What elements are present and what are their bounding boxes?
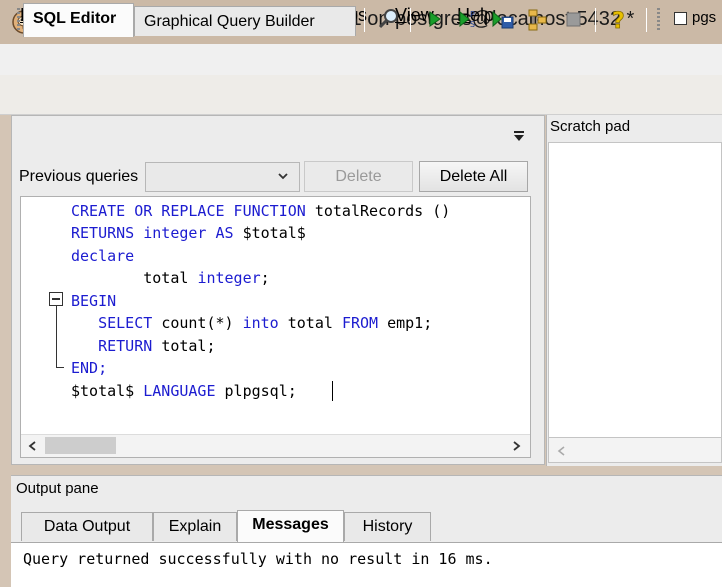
output-pane-title: Output pane [16,480,99,497]
cancel-icon[interactable] [560,5,586,33]
output-message: Query returned successfully with no resu… [23,550,493,568]
code-text: total; [161,337,216,355]
code-keyword: RETURN [98,337,162,355]
fold-line [56,306,57,368]
scrollbar-thumb[interactable] [45,437,116,454]
code-line: total integer; [71,267,270,289]
delete-button[interactable]: Delete [304,161,413,192]
tab-messages[interactable]: Messages [237,510,344,543]
code-keyword: LANGUAGE [143,382,225,400]
chevron-left-icon[interactable] [556,445,568,457]
code-text: totalRecords () [314,202,451,220]
tab-data-output[interactable]: Data Output [21,512,153,541]
tab-sql-editor[interactable]: SQL Editor [23,3,134,37]
scratch-pad-textarea[interactable] [548,142,722,438]
toolbar-separator [364,8,365,32]
code-keyword: RETURNS integer AS [71,224,243,242]
code-line: CREATE OR REPLACE FUNCTION totalRecords … [71,200,450,222]
scratch-pad-title: Scratch pad [550,118,631,135]
code-keyword: BEGIN [71,292,117,310]
toolbar-grip[interactable] [17,8,20,32]
toolbar-separator [595,8,596,32]
code-line: declare [71,245,134,267]
toolbar-separator [410,8,411,32]
explain-icon[interactable] [525,5,551,33]
tab-history[interactable]: History [344,512,431,541]
chevron-left-icon[interactable] [27,440,39,452]
code-keyword: FROM [341,314,388,332]
execute-icon[interactable] [421,5,447,33]
pgs-checkbox-label: pgs [692,9,717,26]
code-text: plpgsql; [224,382,297,400]
previous-queries-label: Previous queries [19,168,139,185]
code-keyword: END; [71,359,108,377]
code-keyword: CREATE OR REPLACE FUNCTION [71,202,315,220]
output-pane-header [11,475,722,505]
previous-queries-select[interactable] [145,162,300,192]
find-icon[interactable] [376,5,402,33]
code-text: $total$ [242,224,306,242]
toolbar-grip[interactable] [657,8,660,32]
svg-text:?: ? [612,9,625,33]
execute-to-file-icon[interactable] [490,5,516,33]
code-keyword: SELECT [98,314,162,332]
tab-graphical-query-builder[interactable]: Graphical Query Builder [134,6,356,36]
code-line: BEGIN [71,290,116,312]
menu-bar [0,44,722,75]
code-line: SELECT count(*) into total FROM emp1; [71,312,432,334]
tab-explain[interactable]: Explain [153,512,237,541]
chevron-down-icon[interactable] [278,171,288,181]
delete-all-button[interactable]: Delete All [419,161,528,192]
chevron-right-icon[interactable] [510,440,522,452]
svg-text:S: S [470,20,475,29]
fold-toggle-icon[interactable] [49,292,63,306]
code-text: ; [260,269,270,287]
code-text: total [71,269,198,287]
code-keyword: integer [197,269,261,287]
code-keyword: declare [71,247,135,265]
code-keyword: into [242,314,288,332]
code-text: $total$ [71,382,144,400]
code-text: emp1; [387,314,433,332]
svg-text:P: P [470,10,475,19]
help-icon[interactable]: ? [606,5,632,33]
pgs-checkbox[interactable] [674,12,687,25]
scratch-pad-scrollbar[interactable] [548,438,722,463]
toolbar-separator [646,8,647,32]
code-line: RETURN total; [71,335,216,357]
fold-end-line [56,367,64,368]
toolbar [0,75,722,115]
code-text: total [287,314,342,332]
tab-menu-icon[interactable] [514,131,524,133]
text-caret [332,381,333,401]
execute-pgscript-icon[interactable]: PS [456,5,482,33]
code-line: $total$ LANGUAGE plpgsql; [71,380,297,402]
code-line: RETURNS integer AS $total$ [71,222,306,244]
editor-margin [21,197,43,434]
chevron-down-icon[interactable] [514,135,524,141]
code-text: count(*) [161,314,243,332]
code-line: END; [71,357,107,379]
